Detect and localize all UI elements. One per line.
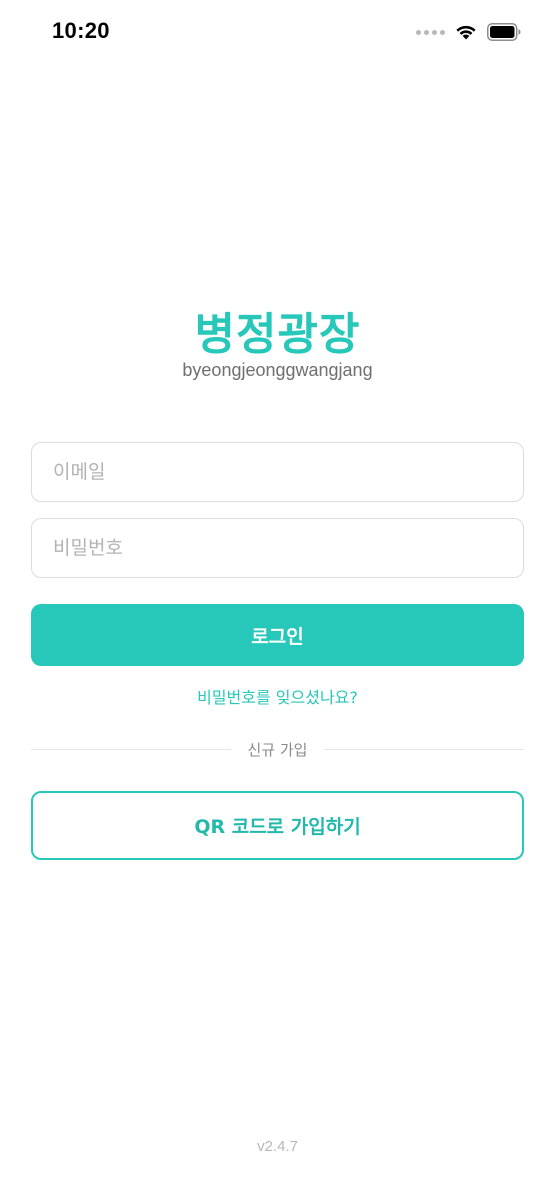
forgot-password-link[interactable]: 비밀번호를 잊으셨나요? xyxy=(0,686,555,710)
email-field-container xyxy=(31,442,524,502)
status-icons xyxy=(416,20,521,44)
battery-icon xyxy=(487,23,521,41)
signal-dots-icon xyxy=(416,29,445,35)
app-version: v2.4.7 xyxy=(257,1138,298,1155)
login-button[interactable]: 로그인 xyxy=(31,604,524,666)
login-button-label: 로그인 xyxy=(251,625,304,648)
qr-signup-button[interactable]: QR 코드로 가입하기 xyxy=(31,791,524,860)
status-bar: 10:20 xyxy=(0,0,555,64)
status-time: 10:20 xyxy=(52,18,110,43)
wifi-icon xyxy=(456,25,476,40)
password-field[interactable] xyxy=(32,519,523,577)
divider-label: 신규 가입 xyxy=(247,741,308,759)
signup-divider: 신규 가입 xyxy=(31,738,524,762)
app-title: 병정광장 xyxy=(194,309,361,360)
app-subtitle: byeongjeonggwangjang xyxy=(182,360,373,380)
email-field[interactable] xyxy=(32,443,523,501)
login-screen: 10:20 병정광장 byeongjeonggwangjang 로 xyxy=(0,0,555,1200)
divider-line-right xyxy=(324,749,524,750)
qr-signup-label: QR 코드로 가입하기 xyxy=(194,816,361,838)
password-field-container xyxy=(31,518,524,578)
